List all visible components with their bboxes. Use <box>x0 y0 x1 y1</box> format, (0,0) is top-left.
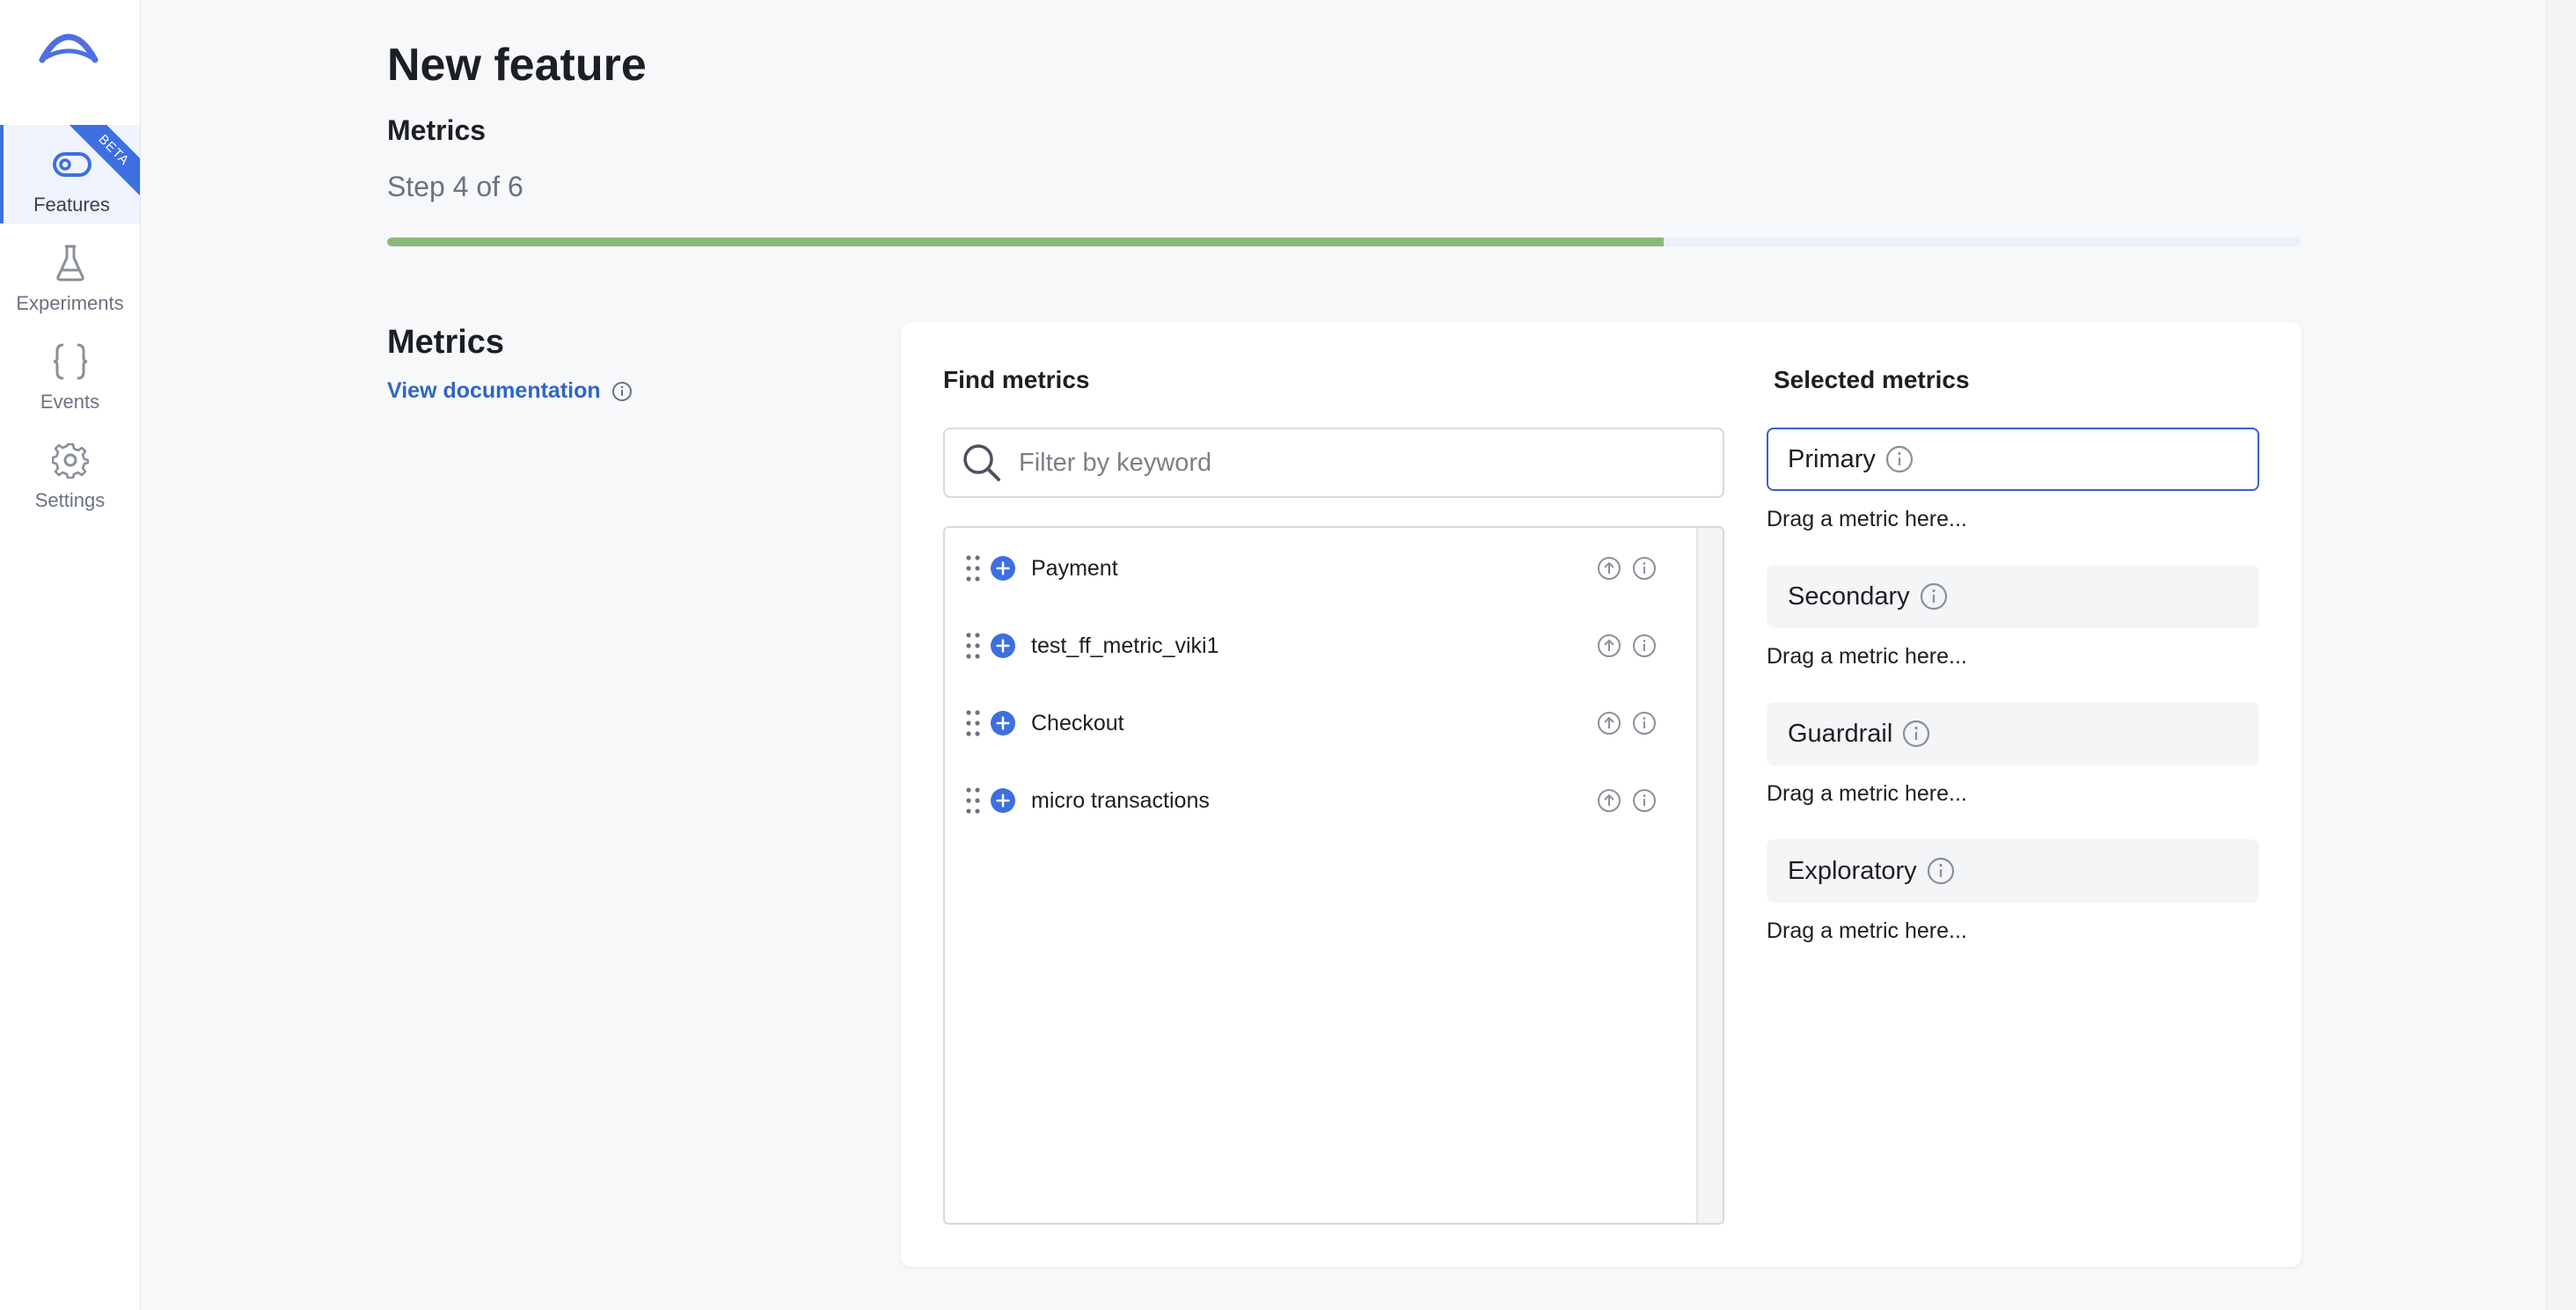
search-box <box>943 428 1724 498</box>
add-metric-button[interactable] <box>991 633 1015 658</box>
metric-name: Payment <box>1031 555 1118 581</box>
braces-icon <box>50 341 91 382</box>
step-count: Step 4 of 6 <box>387 171 523 202</box>
add-metric-button[interactable] <box>991 711 1015 736</box>
metric-row[interactable]: Payment <box>945 530 1698 607</box>
info-icon <box>611 381 632 401</box>
metric-slot-exploratory[interactable]: Exploratory <box>1767 839 2259 903</box>
move-up-icon[interactable] <box>1596 633 1622 659</box>
info-icon[interactable] <box>1631 555 1658 582</box>
slot-label: Primary <box>1788 444 1876 473</box>
metric-slot-primary[interactable]: Primary <box>1767 428 2259 491</box>
info-icon[interactable] <box>1926 856 1956 886</box>
metric-slot-secondary[interactable]: Secondary <box>1767 565 2259 628</box>
metric-name: micro transactions <box>1031 787 1210 813</box>
metric-row[interactable]: Checkout <box>945 684 1698 762</box>
page-title: New feature <box>387 40 647 91</box>
sidebar-item-settings[interactable]: Settings <box>0 421 140 519</box>
add-metric-button[interactable] <box>991 788 1015 813</box>
sidebar-item-label: Experiments <box>16 292 124 314</box>
info-icon[interactable] <box>1631 787 1658 814</box>
sidebar-item-events[interactable]: Events <box>0 322 140 421</box>
move-up-icon[interactable] <box>1596 787 1622 814</box>
flask-icon <box>50 243 91 283</box>
info-icon[interactable] <box>1884 444 1914 474</box>
drop-zone-hint[interactable]: Drag a metric here... <box>1767 918 1967 944</box>
progress-bar <box>387 238 2302 246</box>
add-metric-button[interactable] <box>991 556 1015 581</box>
find-metrics-title: Find metrics <box>943 366 1090 393</box>
info-icon[interactable] <box>1631 633 1658 659</box>
view-documentation-link[interactable]: View documentation <box>387 378 633 404</box>
sidebar-item-experiments[interactable]: Experiments <box>0 223 140 322</box>
search-input[interactable] <box>1019 448 1705 478</box>
drag-handle-icon[interactable] <box>964 785 982 816</box>
info-icon[interactable] <box>1919 582 1949 611</box>
list-scrollbar[interactable] <box>1696 528 1723 1223</box>
drag-handle-icon[interactable] <box>964 630 982 662</box>
metric-row[interactable]: test_ff_metric_viki1 <box>945 607 1698 684</box>
sidebar: BETA Features Experiments Events Setting… <box>0 0 141 1310</box>
slot-label: Exploratory <box>1788 856 1917 885</box>
drop-zone-hint[interactable]: Drag a metric here... <box>1767 781 1967 807</box>
logo-icon[interactable] <box>39 33 99 63</box>
metrics-list: Payment test_ff_metric_viki1 Checkout micro… <box>943 526 1724 1225</box>
sidebar-item-label: Features <box>33 194 110 216</box>
drop-zone-hint[interactable]: Drag a metric here... <box>1767 644 1967 670</box>
move-up-icon[interactable] <box>1596 710 1622 736</box>
sidebar-item-label: Settings <box>34 489 106 511</box>
step-name: Metrics <box>387 114 487 146</box>
section-title: Metrics <box>387 324 505 361</box>
selected-metrics-title: Selected metrics <box>1774 366 1970 393</box>
move-up-icon[interactable] <box>1596 555 1622 582</box>
metrics-card: Find metrics Payment test_ff_metric_viki1… <box>901 322 2302 1267</box>
gear-icon <box>50 440 91 480</box>
progress-fill <box>387 238 1665 246</box>
drop-zone-hint[interactable]: Drag a metric here... <box>1767 507 1967 532</box>
page-scrollbar[interactable] <box>2546 0 2576 1310</box>
metric-row[interactable]: micro transactions <box>945 762 1698 839</box>
slot-label: Secondary <box>1788 582 1910 611</box>
metric-slot-guardrail[interactable]: Guardrail <box>1767 702 2259 765</box>
info-icon[interactable] <box>1631 710 1658 736</box>
metric-name: test_ff_metric_viki1 <box>1031 633 1219 658</box>
drag-handle-icon[interactable] <box>964 553 982 584</box>
search-icon <box>963 444 1000 481</box>
drag-handle-icon[interactable] <box>964 707 982 739</box>
doc-link-label: View documentation <box>387 378 601 403</box>
toggle-icon <box>52 144 92 185</box>
metric-name: Checkout <box>1031 710 1124 736</box>
slot-label: Guardrail <box>1788 719 1893 748</box>
sidebar-item-label: Events <box>40 391 100 413</box>
info-icon[interactable] <box>1901 719 1931 749</box>
sidebar-item-features[interactable]: BETA Features <box>0 125 140 223</box>
